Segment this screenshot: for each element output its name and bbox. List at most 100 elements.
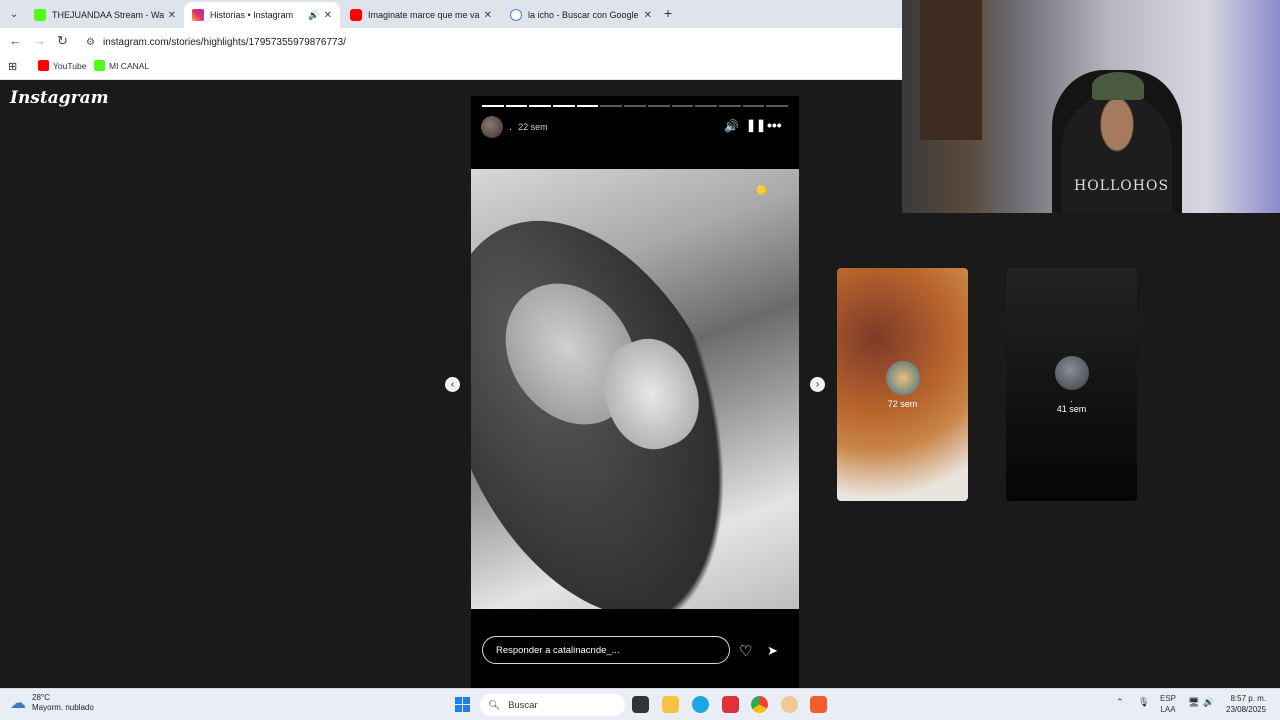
speaker-icon[interactable]: 🔊 [308, 10, 319, 21]
sticker-icon: 🟡 [756, 185, 768, 195]
google-favicon-icon [510, 9, 522, 21]
tab-title: THEJUANDAA Stream - Watch L [52, 10, 164, 20]
story-preview-card[interactable]: . 41 sem [1006, 268, 1137, 501]
browser-tabstrip: ⌄ THEJUANDAA Stream - Watch L ✕ Historia… [0, 0, 902, 28]
preview-time: 72 sem [887, 398, 918, 409]
clock-time: 8:57 p. m. [1230, 694, 1267, 703]
task-view-icon[interactable] [632, 696, 649, 713]
file-explorer-icon[interactable] [662, 696, 679, 713]
tab-youtube[interactable]: Imaginate marce que me van a ✕ [342, 2, 500, 28]
shirt-text: HOLLOHOS [1074, 178, 1170, 194]
progress-segment [647, 105, 670, 107]
progress-segment [766, 105, 788, 107]
youtube-favicon-icon [350, 9, 362, 21]
instagram-logo[interactable]: Instagram [10, 88, 109, 108]
search-icon: 🔍︎ [488, 699, 501, 711]
edge-icon[interactable] [692, 696, 709, 713]
tab-kick-stream[interactable]: THEJUANDAA Stream - Watch L ✕ [26, 2, 184, 28]
close-tab-icon[interactable]: ✕ [484, 10, 492, 21]
page-scrollbar[interactable] [1268, 213, 1280, 688]
tab-search-chevron-icon[interactable]: ⌄ [4, 4, 24, 24]
tab-title: Imaginate marce que me van a [368, 10, 480, 20]
close-tab-icon[interactable]: ✕ [644, 10, 652, 21]
microphone-icon[interactable]: 🎙 [1138, 697, 1149, 708]
youtube-icon [38, 60, 49, 71]
progress-segment [718, 105, 741, 107]
story-time: 22 sem [518, 122, 548, 132]
browser-toolbar: ← → ↻ ⚙ instagram.com/stories/highlights… [0, 28, 902, 56]
forward-arrow-icon[interactable]: → [33, 33, 46, 48]
weather-desc: Mayorm. nublado [32, 703, 94, 712]
previous-story-chevron-icon[interactable]: ‹ [445, 377, 460, 392]
tab-title: Historias • Instagram [210, 10, 294, 20]
webcam-overlay: HOLLOHOS [902, 0, 1280, 213]
instagram-favicon-icon [192, 9, 204, 21]
url-text: instagram.com/stories/highlights/1795735… [102, 36, 346, 48]
back-arrow-icon[interactable]: ← [9, 33, 22, 48]
progress-segment [671, 105, 694, 107]
lang-layout: LAA [1160, 705, 1176, 714]
webcam-door [920, 0, 982, 140]
reload-icon[interactable]: ↻ [57, 33, 68, 49]
kick-favicon-icon [34, 9, 46, 21]
bookmark-label: YouTube [53, 60, 87, 71]
progress-segment [553, 105, 575, 107]
progress-segment [624, 105, 646, 107]
progress-segment [482, 105, 504, 107]
lang-code: ESP [1160, 694, 1177, 703]
pause-icon[interactable]: ❚❚ [746, 118, 766, 132]
bookmarks-bar: ⊞ YouTube MI CANAL [0, 56, 902, 80]
search-placeholder: Buscar [508, 699, 538, 711]
apps-grid-icon[interactable]: ⊞ [8, 60, 17, 73]
send-icon[interactable]: ➤ [767, 643, 778, 659]
story-photo: 🟡 [471, 169, 799, 609]
heart-icon[interactable]: ♡ [739, 642, 752, 660]
reply-input[interactable]: Responder a catalinacnde_... [482, 636, 730, 664]
progress-segment [505, 105, 528, 107]
reply-placeholder: Responder a catalinacnde_... [496, 644, 620, 656]
clock-date: 23/08/2025 [1226, 705, 1267, 714]
clock[interactable]: 8:57 p. m. 23/08/2025 [1226, 693, 1266, 715]
preview-time: 41 sem [1056, 403, 1087, 414]
progress-segment [742, 105, 765, 107]
story-username[interactable]: . [509, 121, 512, 133]
taskbar-search[interactable]: 🔍︎ Buscar [480, 694, 625, 716]
next-story-chevron-icon[interactable]: › [810, 377, 825, 392]
anydesk-icon[interactable] [722, 696, 739, 713]
windows-start-icon[interactable] [455, 697, 470, 712]
show-hidden-icons-chevron-icon[interactable]: ⌃ [1116, 697, 1124, 708]
kick-icon [94, 60, 105, 71]
progress-segment [600, 105, 623, 107]
volume-icon[interactable]: 🔊 [1203, 697, 1214, 708]
network-icon[interactable]: 🖥 [1188, 697, 1199, 708]
story-header: . 22 sem [481, 115, 789, 139]
progress-segment [529, 105, 552, 107]
progress-segment [695, 105, 717, 107]
story-viewer[interactable]: . 22 sem 🔊 ❚❚ ••• 🟡 Responder a catalina… [471, 96, 799, 688]
bookmark-youtube[interactable]: YouTube [38, 60, 86, 71]
webcam-cap [1092, 72, 1144, 100]
avatar[interactable] [481, 116, 503, 138]
site-settings-icon[interactable]: ⚙ [86, 37, 95, 48]
address-bar[interactable]: ⚙ instagram.com/stories/highlights/17957… [86, 32, 898, 52]
new-tab-plus-icon[interactable]: + [664, 5, 672, 21]
weather-widget[interactable]: ☁ 28°C Mayorm. nublado [10, 693, 94, 713]
chrome-icon[interactable] [751, 696, 768, 713]
story-preview-card[interactable]: 72 sem [837, 268, 968, 501]
avatar [885, 360, 920, 395]
tab-instagram[interactable]: Historias • Instagram 🔊 ✕ [184, 2, 340, 28]
bookmark-label: MI CANAL [109, 60, 150, 71]
close-tab-icon[interactable]: ✕ [324, 10, 332, 21]
language-indicator[interactable]: ESP LAA [1160, 693, 1176, 715]
bookmark-mi-canal[interactable]: MI CANAL [94, 60, 149, 71]
story-progress-bar [482, 105, 788, 107]
close-tab-icon[interactable]: ✕ [168, 10, 176, 21]
tab-title: la icho - Buscar con Google [528, 10, 639, 20]
volume-icon[interactable]: 🔊 [724, 119, 739, 133]
cloud-icon: ☁ [10, 695, 26, 712]
tab-google[interactable]: la icho - Buscar con Google ✕ [502, 2, 660, 28]
game-app-icon[interactable] [781, 696, 798, 713]
webcam-person [1062, 95, 1172, 213]
brave-icon[interactable] [810, 696, 827, 713]
more-options-icon[interactable]: ••• [767, 117, 782, 133]
